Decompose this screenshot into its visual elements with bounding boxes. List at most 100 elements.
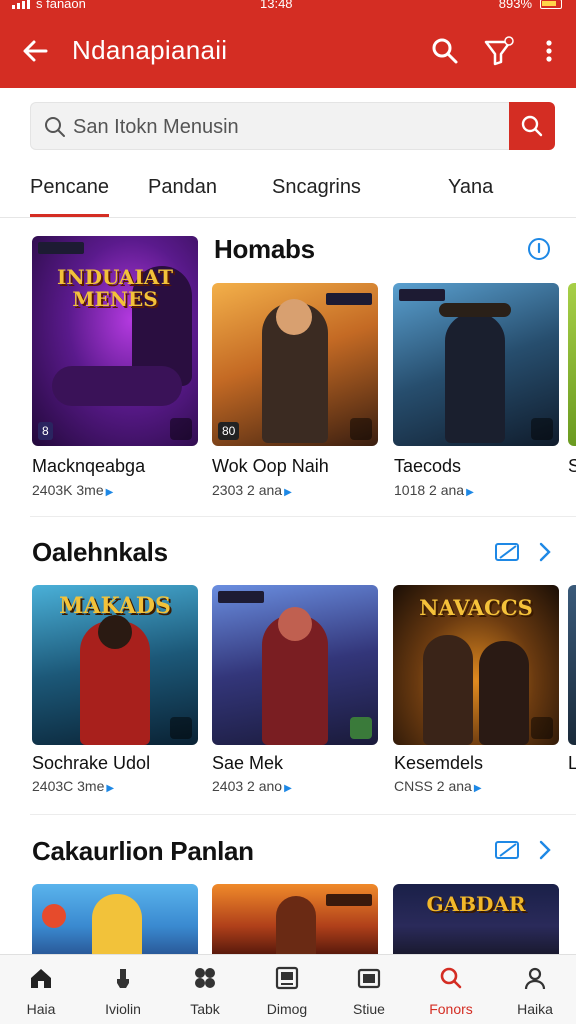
search-input[interactable] bbox=[73, 111, 493, 143]
chevron-right-icon[interactable] bbox=[536, 838, 554, 867]
game-thumbnail[interactable]: MAKADS bbox=[32, 585, 198, 745]
nav-item-tabk[interactable]: Tabk bbox=[164, 955, 246, 1024]
tag-badge bbox=[326, 293, 372, 305]
nav-label: Haia bbox=[26, 1001, 56, 1017]
chevron-right-icon[interactable] bbox=[536, 540, 554, 569]
game-meta: 2403K 3me ▶ bbox=[32, 482, 114, 498]
nav-label: Fonors bbox=[429, 1001, 473, 1017]
game-title[interactable]: Taecods bbox=[394, 456, 461, 477]
game-title[interactable]: L bbox=[568, 753, 576, 774]
grid-icon bbox=[195, 968, 215, 988]
section-title: Homabs bbox=[214, 234, 315, 264]
more-icon[interactable] bbox=[170, 717, 192, 739]
nav-label: Iviolin bbox=[105, 1001, 141, 1017]
game-thumbnail[interactable]: 80 bbox=[212, 283, 378, 446]
tablet-icon bbox=[275, 966, 299, 990]
expand-icon[interactable] bbox=[494, 540, 522, 569]
section-title: Oalehnkals bbox=[32, 537, 168, 567]
game-title[interactable]: Sochrake Udol bbox=[32, 753, 150, 774]
nav-label: Tabk bbox=[190, 1001, 220, 1017]
tag-badge bbox=[326, 894, 372, 906]
search-icon[interactable] bbox=[428, 34, 462, 68]
game-thumbnail[interactable]: GABDAR bbox=[393, 884, 559, 954]
category-tabs: Pencane Pandan Sncagrins Yana bbox=[0, 160, 576, 218]
section-divider bbox=[30, 814, 576, 815]
battery-percent: 893% bbox=[498, 0, 532, 11]
nav-label: Dimog bbox=[266, 1001, 308, 1017]
more-icon[interactable] bbox=[350, 418, 372, 440]
play-icon: ▶ bbox=[106, 783, 115, 794]
section-divider bbox=[30, 516, 576, 517]
game-meta: 2303 2 ana ▶ bbox=[212, 482, 292, 498]
nav-item-dimog[interactable]: Dimog bbox=[246, 955, 328, 1024]
nav-item-fonors[interactable]: Fonors bbox=[410, 955, 492, 1024]
gallery-icon bbox=[357, 968, 381, 989]
more-icon[interactable] bbox=[350, 717, 372, 739]
game-thumbnail[interactable]: NAVACCS bbox=[393, 585, 559, 745]
search-icon bbox=[521, 115, 543, 137]
nav-item-haia[interactable]: Haia bbox=[0, 955, 82, 1024]
play-icon: ▶ bbox=[284, 487, 292, 498]
filter-icon[interactable] bbox=[482, 34, 516, 68]
section-title: Cakaurlion Panlan bbox=[32, 836, 254, 866]
rating-badge: 8 bbox=[38, 422, 53, 440]
thumb-icon bbox=[117, 969, 129, 988]
nav-item-haika[interactable]: Haika bbox=[494, 955, 576, 1024]
tag-badge bbox=[38, 242, 84, 254]
play-icon: ▶ bbox=[473, 783, 482, 794]
game-meta: 2403 2 ano ▶ bbox=[212, 778, 292, 794]
search-field[interactable] bbox=[30, 102, 510, 150]
status-bar: s fanaon 13:48 893% bbox=[0, 0, 576, 14]
search-icon bbox=[45, 117, 65, 137]
game-thumbnail[interactable] bbox=[212, 884, 378, 954]
game-thumbnail[interactable]: INDUAIAT MENES 8 bbox=[32, 236, 198, 446]
nav-item-stiue[interactable]: Stiue bbox=[328, 955, 410, 1024]
home-icon bbox=[31, 969, 51, 988]
play-icon: ▶ bbox=[105, 487, 114, 498]
profile-icon bbox=[524, 967, 546, 990]
cover-art-text: NAVACCS bbox=[419, 595, 533, 620]
game-title[interactable]: Macknqeabga bbox=[32, 456, 145, 477]
back-arrow-icon[interactable] bbox=[18, 34, 52, 68]
play-icon: ▶ bbox=[466, 487, 474, 498]
app-title: Ndanapianaii bbox=[72, 35, 228, 65]
tab-yana[interactable]: Yana bbox=[448, 176, 493, 199]
expand-icon[interactable] bbox=[494, 838, 522, 867]
rating-badge: 80 bbox=[218, 422, 240, 440]
signal-icon bbox=[12, 0, 30, 9]
tag-badge bbox=[218, 591, 264, 603]
game-title[interactable]: Kesemdels bbox=[394, 753, 483, 774]
game-title[interactable]: S bbox=[568, 456, 576, 477]
game-title[interactable]: Wok Oop Naih bbox=[212, 456, 329, 477]
play-icon: ▶ bbox=[284, 783, 292, 794]
more-icon[interactable] bbox=[531, 418, 553, 440]
game-meta: 2403C 3me ▶ bbox=[32, 778, 115, 794]
more-icon[interactable] bbox=[170, 418, 192, 440]
bottom-navigation: Haia Iviolin Tabk Dimog Stiue Fonors Hai… bbox=[0, 954, 576, 1024]
cover-art-text: MAKADS bbox=[59, 593, 171, 619]
search-icon bbox=[440, 967, 462, 989]
nav-item-iviolin[interactable]: Iviolin bbox=[82, 955, 164, 1024]
nav-label: Stiue bbox=[353, 1001, 385, 1017]
tab-pandan[interactable]: Pandan bbox=[148, 176, 217, 199]
top-app-bar: s fanaon 13:48 893% Ndanapianaii bbox=[0, 0, 576, 88]
tab-sncagrins[interactable]: Sncagrins bbox=[272, 176, 361, 199]
info-icon[interactable] bbox=[526, 236, 552, 267]
more-vert-icon[interactable] bbox=[532, 34, 566, 68]
game-thumbnail[interactable] bbox=[32, 884, 198, 954]
game-meta: CNSS 2 ana ▶ bbox=[394, 778, 482, 794]
game-thumbnail-partial[interactable] bbox=[568, 585, 576, 745]
active-tab-indicator bbox=[30, 214, 109, 217]
clock: 13:48 bbox=[260, 0, 293, 11]
more-icon[interactable] bbox=[531, 717, 553, 739]
game-thumbnail[interactable] bbox=[212, 585, 378, 745]
cover-art-text: GABDAR bbox=[426, 892, 526, 916]
game-title[interactable]: Sae Mek bbox=[212, 753, 283, 774]
tag-badge bbox=[399, 289, 445, 301]
search-button[interactable] bbox=[509, 102, 555, 150]
game-thumbnail-partial[interactable] bbox=[568, 283, 576, 446]
carrier-name: s fanaon bbox=[36, 0, 86, 11]
tab-pencane[interactable]: Pencane bbox=[30, 176, 109, 199]
game-thumbnail[interactable] bbox=[393, 283, 559, 446]
nav-label: Haika bbox=[517, 1001, 553, 1017]
